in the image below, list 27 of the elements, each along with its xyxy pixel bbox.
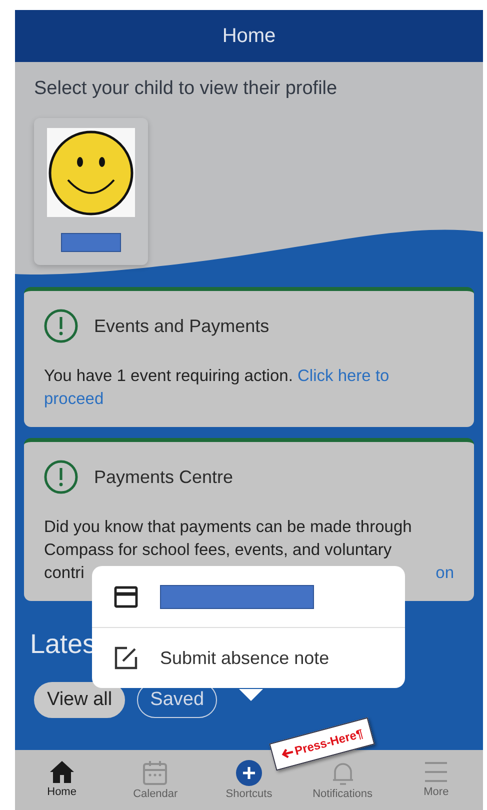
card-text: You have 1 event requiring action. (44, 367, 294, 385)
home-icon (48, 760, 75, 784)
header-title: Home (15, 10, 483, 62)
card-icon (114, 586, 138, 608)
plus-circle-icon (236, 760, 262, 786)
card-title: Payments Centre (94, 466, 234, 488)
menu-icon (423, 760, 450, 784)
edit-icon (114, 646, 138, 670)
proceed-link[interactable]: proceed (44, 390, 104, 408)
child-card[interactable] (34, 118, 148, 265)
proceed-link[interactable]: Click here to (298, 367, 390, 385)
nav-tab[interactable]: Notifications (298, 760, 388, 800)
card-link[interactable]: on (436, 562, 454, 585)
filter-chip[interactable]: View all (34, 682, 126, 718)
arrow-left-icon (280, 746, 294, 760)
calendar-icon (142, 760, 168, 786)
nav-tab[interactable]: Calendar (110, 760, 200, 800)
alert-icon (44, 309, 78, 343)
menu-item[interactable]: Submit absence note (92, 627, 405, 688)
nav-tab[interactable]: Home (16, 760, 107, 798)
nav-tab[interactable]: More (391, 760, 482, 798)
card-text: contri (44, 563, 84, 584)
profile-prompt: Select your child to view their profile (34, 78, 338, 100)
card-text: Did you know that payments can be made through (44, 517, 413, 538)
card-text: Compass for school fees, events, and voluntary (44, 540, 393, 561)
alert-icon (44, 460, 78, 494)
card-title: Events and Payments (94, 316, 270, 336)
